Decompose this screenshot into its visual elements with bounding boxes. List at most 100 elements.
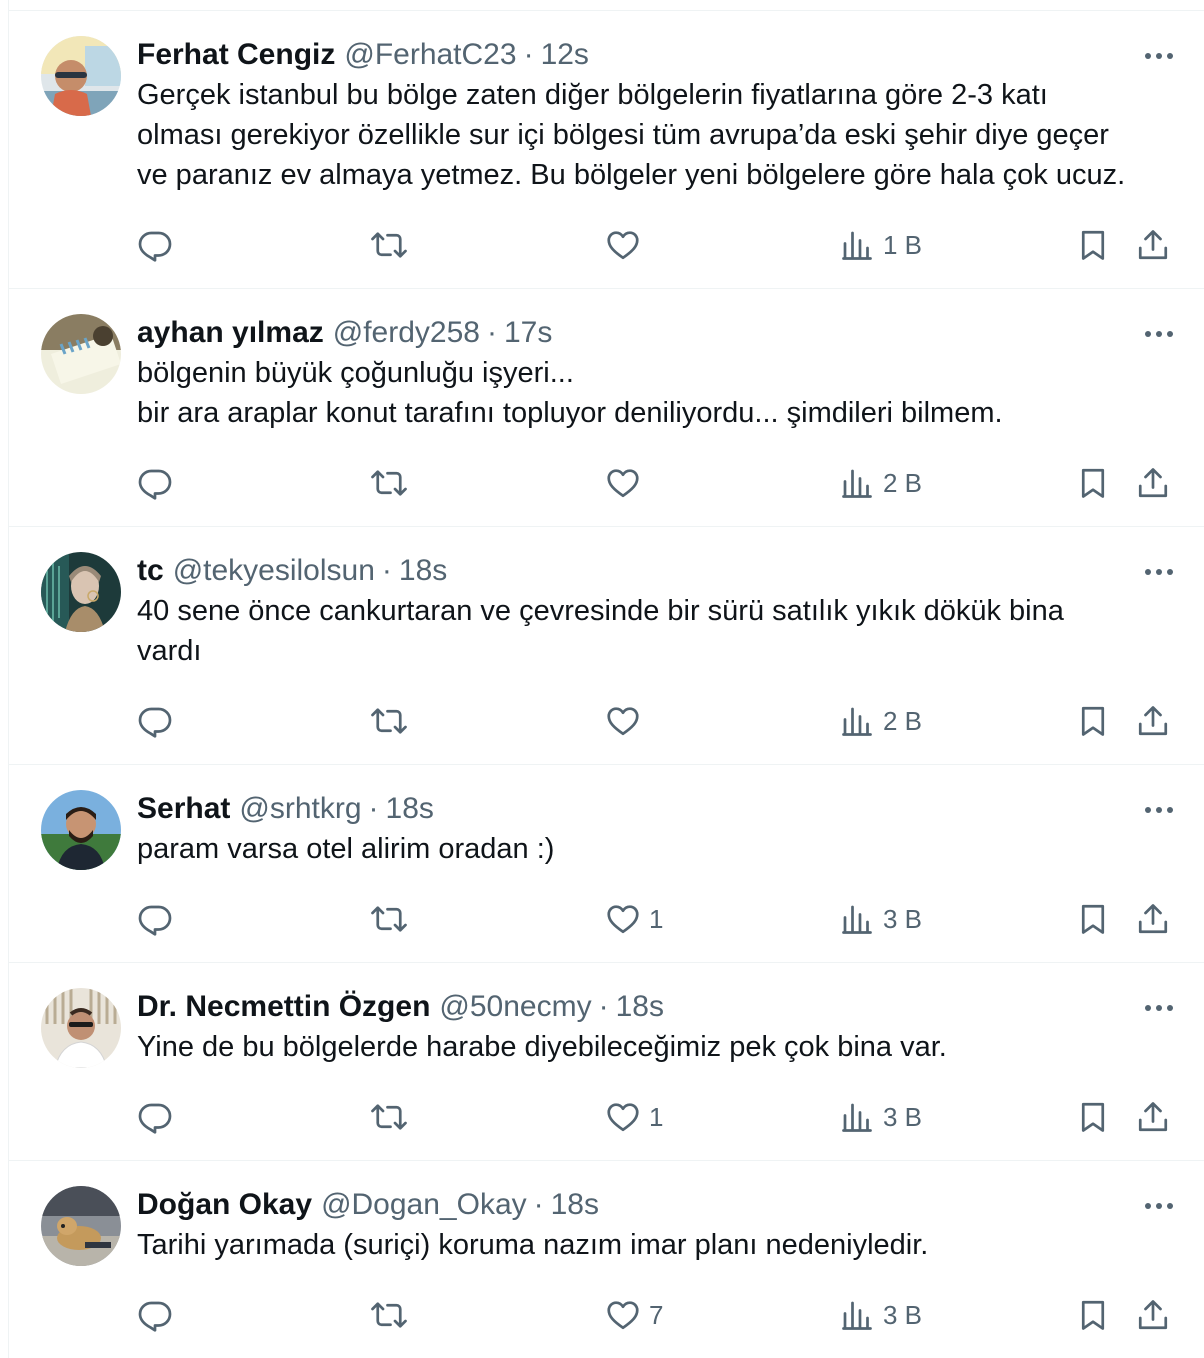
views-button[interactable]: 3 B [839, 1095, 922, 1139]
more-icon[interactable] [1141, 319, 1177, 349]
share-icon [1135, 901, 1171, 937]
reply-button[interactable] [137, 897, 173, 941]
bookmark-icon [1075, 703, 1111, 739]
reply-icon [137, 465, 173, 501]
reply-tweet[interactable]: ayhan yılmaz @ferdy258 · 17s bölgenin bü… [9, 289, 1204, 527]
like-button[interactable]: 1 [605, 1095, 663, 1139]
tweet-text: Gerçek istanbul bu bölge zaten diğer böl… [137, 79, 1126, 191]
reply-tweet[interactable]: Ferhat Cengiz @FerhatC23 · 12s Gerçek is… [9, 11, 1204, 289]
more-icon[interactable] [1141, 993, 1177, 1023]
retweet-button[interactable] [371, 223, 407, 267]
views-button[interactable]: 2 B [839, 461, 922, 505]
bookmark-icon [1075, 227, 1111, 263]
share-icon [1135, 1099, 1171, 1135]
author-handle[interactable]: @tekyesilolsun [173, 551, 375, 591]
more-icon[interactable] [1141, 41, 1177, 71]
reply-tweet[interactable]: Serhat @srhtkrg · 18s param varsa otel a… [9, 765, 1204, 963]
heart-icon [605, 901, 641, 937]
like-count: 7 [649, 1299, 664, 1330]
author-name[interactable]: Serhat [137, 789, 230, 829]
tweet-text: Yine de bu bölgelerde harabe diyebileceğ… [137, 1031, 947, 1063]
views-button[interactable]: 1 B [839, 223, 922, 267]
reply-button[interactable] [137, 1293, 173, 1337]
timestamp[interactable]: 17s [504, 313, 552, 353]
avatar[interactable] [41, 988, 121, 1068]
author-name[interactable]: Dr. Necmettin Özgen [137, 987, 430, 1027]
retweet-button[interactable] [371, 1293, 407, 1337]
bookmark-icon [1075, 465, 1111, 501]
reply-button[interactable] [137, 223, 173, 267]
like-count: 1 [649, 1101, 664, 1132]
reply-button[interactable] [137, 699, 173, 743]
author-handle[interactable]: @ferdy258 [333, 313, 480, 353]
timestamp[interactable]: 18s [386, 789, 434, 829]
tweet-text: 40 sene önce cankurtaran ve çevresinde b… [137, 595, 1064, 667]
avatar[interactable] [41, 790, 121, 870]
timestamp[interactable]: 18s [616, 987, 664, 1027]
heart-icon [605, 1297, 641, 1333]
author-name[interactable]: Ferhat Cengiz [137, 35, 335, 75]
like-button[interactable]: 7 [605, 1293, 663, 1337]
more-icon[interactable] [1141, 1191, 1177, 1221]
timestamp[interactable]: 12s [541, 35, 589, 75]
author-name[interactable]: tc [137, 551, 164, 591]
avatar[interactable] [41, 36, 121, 116]
reply-icon [137, 703, 173, 739]
share-button[interactable] [1135, 699, 1171, 743]
view-count: 3 B [883, 1101, 923, 1132]
views-button[interactable]: 3 B [839, 1293, 922, 1337]
author-name[interactable]: ayhan yılmaz [137, 313, 324, 353]
avatar[interactable] [41, 314, 121, 394]
separator-dot: · [486, 316, 497, 349]
like-button[interactable]: 1 [605, 897, 663, 941]
share-button[interactable] [1135, 897, 1171, 941]
bookmark-button[interactable] [1075, 1293, 1111, 1337]
view-count: 1 B [883, 229, 923, 260]
timestamp[interactable]: 18s [551, 1185, 599, 1225]
view-count: 2 B [883, 705, 923, 736]
share-button[interactable] [1135, 1095, 1171, 1139]
share-icon [1135, 703, 1171, 739]
reply-tweet[interactable]: Doğan Okay @Dogan_Okay · 18s Tarihi yarı… [9, 1161, 1204, 1358]
heart-icon [605, 465, 641, 501]
retweet-icon [371, 901, 407, 937]
tweet-text: param varsa otel alirim oradan :) [137, 833, 555, 865]
bookmark-button[interactable] [1075, 699, 1111, 743]
views-button[interactable]: 2 B [839, 699, 922, 743]
action-bar: 1 3 B [9, 897, 1204, 941]
reply-tweet[interactable]: tc @tekyesilolsun · 18s 40 sene önce can… [9, 527, 1204, 765]
avatar[interactable] [41, 1186, 121, 1266]
more-icon[interactable] [1141, 795, 1177, 825]
like-button[interactable] [605, 223, 649, 267]
like-button[interactable] [605, 461, 649, 505]
share-button[interactable] [1135, 1293, 1171, 1337]
views-icon [839, 1099, 875, 1135]
retweet-button[interactable] [371, 699, 407, 743]
reply-button[interactable] [137, 1095, 173, 1139]
bookmark-button[interactable] [1075, 223, 1111, 267]
reply-button[interactable] [137, 461, 173, 505]
retweet-button[interactable] [371, 1095, 407, 1139]
bookmark-button[interactable] [1075, 897, 1111, 941]
separator-dot: · [598, 990, 609, 1023]
bookmark-button[interactable] [1075, 461, 1111, 505]
share-button[interactable] [1135, 223, 1171, 267]
author-handle[interactable]: @50necmy [439, 987, 591, 1027]
views-button[interactable]: 3 B [839, 897, 922, 941]
author-handle[interactable]: @FerhatC23 [344, 35, 516, 75]
action-bar: 1 B [9, 223, 1204, 267]
retweet-button[interactable] [371, 897, 407, 941]
reply-tweet[interactable]: Dr. Necmettin Özgen @50necmy · 18s Yine … [9, 963, 1204, 1161]
retweet-button[interactable] [371, 461, 407, 505]
more-icon[interactable] [1141, 557, 1177, 587]
share-button[interactable] [1135, 461, 1171, 505]
reply-icon [137, 1099, 173, 1135]
bookmark-button[interactable] [1075, 1095, 1111, 1139]
author-handle[interactable]: @Dogan_Okay [321, 1185, 527, 1225]
retweet-icon [371, 703, 407, 739]
like-button[interactable] [605, 699, 649, 743]
author-handle[interactable]: @srhtkrg [239, 789, 361, 829]
timestamp[interactable]: 18s [399, 551, 447, 591]
author-name[interactable]: Doğan Okay [137, 1185, 312, 1225]
avatar[interactable] [41, 552, 121, 632]
